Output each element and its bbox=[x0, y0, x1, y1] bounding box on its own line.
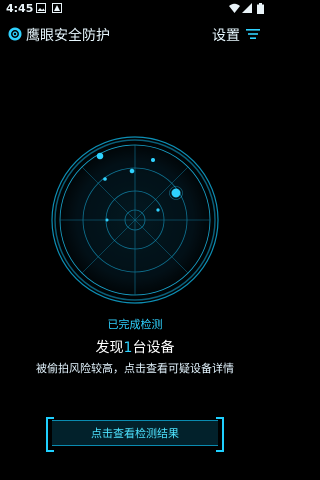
radar-blip bbox=[156, 208, 160, 212]
app-notification-icon bbox=[52, 3, 62, 13]
radar-blip bbox=[171, 188, 181, 198]
found-suffix: 台设备 bbox=[132, 340, 175, 356]
button-bracket-left bbox=[46, 417, 54, 452]
radar-graphic bbox=[51, 136, 219, 304]
found-prefix: 发现 bbox=[95, 340, 124, 356]
app-header: 鹰眼安全防护 设置 bbox=[0, 22, 270, 46]
status-time: 4:45 bbox=[6, 2, 34, 15]
radar-scanner bbox=[50, 135, 220, 305]
settings-button[interactable]: 设置 bbox=[212, 25, 240, 45]
app-logo-icon bbox=[8, 27, 22, 41]
radar-blip bbox=[105, 218, 109, 222]
view-results-label: 点击查看检测结果 bbox=[91, 427, 179, 440]
wifi-icon bbox=[229, 3, 240, 13]
status-bar: 4:45 bbox=[0, 0, 270, 18]
image-notification-icon bbox=[36, 3, 46, 13]
signal-icon bbox=[242, 3, 252, 13]
radar-blip bbox=[103, 177, 107, 181]
radar-blip bbox=[129, 168, 135, 174]
radar-blip bbox=[151, 158, 155, 162]
battery-icon bbox=[257, 3, 264, 14]
found-devices: 发现1台设备 bbox=[0, 337, 270, 357]
view-results-button[interactable]: 点击查看检测结果 bbox=[46, 417, 224, 452]
scan-status: 已完成检测 bbox=[107, 318, 163, 331]
risk-description: 被偷拍风险较高，点击查看可疑设备详情 bbox=[36, 362, 234, 375]
filter-icon[interactable] bbox=[246, 28, 260, 40]
app-title: 鹰眼安全防护 bbox=[26, 28, 110, 44]
button-bracket-right bbox=[216, 417, 224, 452]
radar-blip bbox=[96, 152, 104, 160]
